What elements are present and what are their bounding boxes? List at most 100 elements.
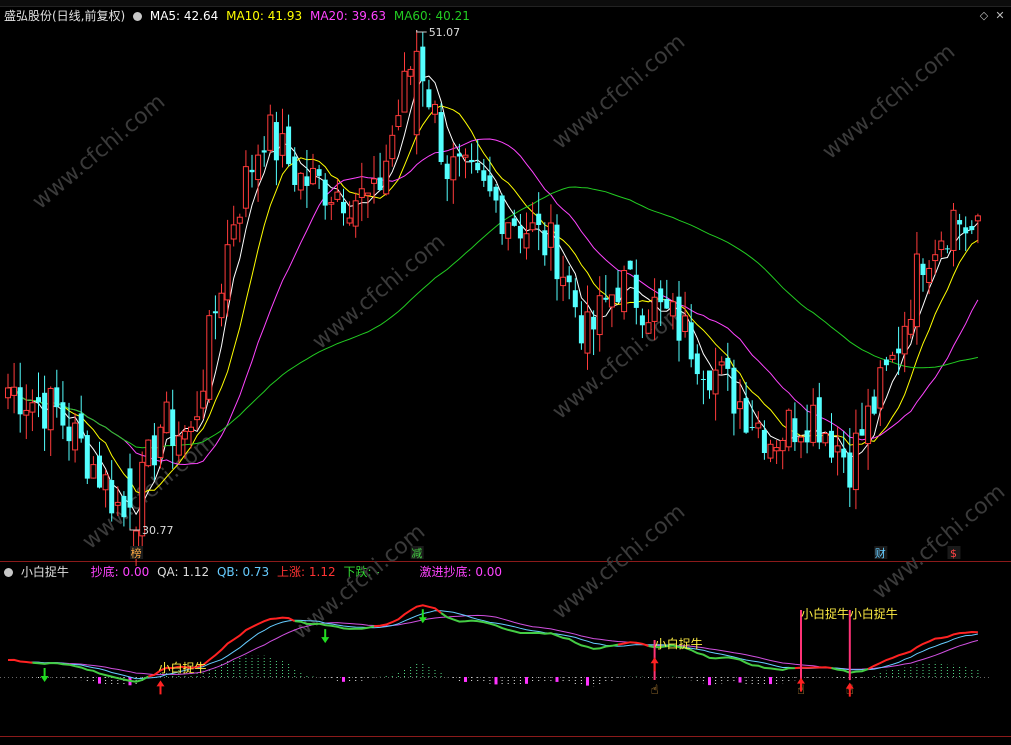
candle-body: [749, 426, 755, 428]
candle-body: [554, 224, 560, 280]
candle-body: [913, 253, 920, 328]
candle-body: [420, 46, 426, 82]
candle-body: [688, 322, 694, 360]
candle-body: [200, 390, 207, 409]
candle-body: [475, 162, 481, 171]
candle-body: [487, 175, 493, 192]
candle-body: [481, 170, 487, 181]
candle-body: [584, 311, 591, 354]
candle-body: [286, 126, 292, 165]
candle-body: [621, 270, 628, 313]
candle-body: [664, 298, 670, 309]
watermark-text: www.cfchi.com: [308, 229, 450, 354]
candle-body: [255, 154, 262, 181]
candle-body: [194, 416, 201, 421]
candle-body: [700, 378, 706, 380]
candle-body: [792, 418, 798, 443]
candle-body: [883, 359, 889, 366]
candle-body: [175, 435, 182, 456]
candle-body: [529, 222, 536, 231]
candle-body: [682, 315, 689, 332]
candle-body: [755, 422, 762, 429]
candle-body: [974, 215, 981, 222]
candle-body: [188, 426, 194, 432]
candle-body: [865, 405, 872, 445]
candle-body: [102, 474, 109, 491]
candle-body: [114, 501, 121, 506]
candle-body: [517, 225, 523, 239]
candle-body: [54, 387, 60, 408]
candle-body: [316, 169, 322, 176]
candle-body: [639, 315, 645, 326]
event-marker-2: 财: [875, 546, 886, 560]
candle-body: [938, 240, 945, 251]
candle-body: [66, 426, 72, 442]
candle-body: [371, 178, 377, 184]
watermark-text: www.cfchi.com: [548, 499, 690, 624]
candle-body: [523, 233, 530, 249]
high-price-label: 51.07: [429, 26, 461, 39]
candle-body: [170, 409, 176, 446]
stock-chart-svg[interactable]: www.cfchi.com www.cfchi.com www.cfchi.com w…: [0, 0, 1011, 745]
candle-body: [456, 153, 462, 157]
candle-body: [761, 430, 767, 454]
candle-body: [834, 445, 841, 453]
candle-body: [767, 443, 774, 459]
ma20-line: [7, 138, 979, 466]
candle-body: [725, 357, 731, 369]
candle-body: [469, 159, 475, 163]
candle-body: [542, 230, 548, 256]
candle-body: [438, 112, 444, 162]
candle-body: [444, 163, 450, 180]
candle-body: [596, 295, 603, 336]
candle-body: [737, 401, 743, 410]
candle-body: [273, 122, 279, 161]
candle-body: [957, 220, 963, 225]
candle-body: [145, 439, 152, 467]
candle-body: [181, 430, 188, 440]
candle-body: [72, 422, 79, 451]
candle-body: [127, 468, 133, 508]
ma60-line: [7, 186, 979, 449]
candle-body: [932, 254, 939, 262]
down-arrow-icon: [418, 609, 427, 624]
candle-body: [871, 396, 877, 414]
candle-body: [334, 191, 341, 200]
candle-body: [731, 367, 737, 414]
candle-body: [121, 495, 127, 518]
candle-body: [816, 397, 822, 443]
candle-body: [859, 429, 865, 436]
candle-body: [627, 260, 633, 270]
candle-body: [346, 217, 353, 224]
candle-body: [969, 226, 975, 231]
candle-body: [224, 244, 231, 301]
candle-body: [963, 227, 969, 234]
candle-body: [615, 287, 621, 303]
candle-body: [798, 436, 804, 443]
candle-body: [407, 68, 414, 77]
candle-body: [944, 248, 950, 250]
candle-body: [242, 166, 249, 209]
candle-body: [23, 409, 30, 416]
candle-body: [218, 292, 225, 319]
candle-body: [206, 315, 213, 400]
candle-body: [493, 186, 499, 201]
candle-body: [97, 455, 102, 488]
candle-body: [591, 316, 597, 330]
candle-body: [658, 288, 664, 303]
candle-body: [822, 433, 829, 444]
down-arrow-icon: [40, 667, 49, 682]
candle-body: [804, 430, 810, 443]
candle-body: [109, 480, 115, 514]
candle-body: [718, 361, 725, 366]
up-arrow-icon: [156, 680, 165, 695]
candle-body: [877, 367, 884, 409]
candle-body: [47, 387, 54, 431]
candle-body: [505, 222, 512, 239]
candle-body: [785, 409, 792, 448]
candle-body: [401, 70, 408, 113]
candle-body: [907, 318, 914, 335]
watermark-text: www.cfchi.com: [868, 479, 1010, 604]
candle-body: [707, 370, 712, 391]
candle-body: [304, 176, 310, 186]
